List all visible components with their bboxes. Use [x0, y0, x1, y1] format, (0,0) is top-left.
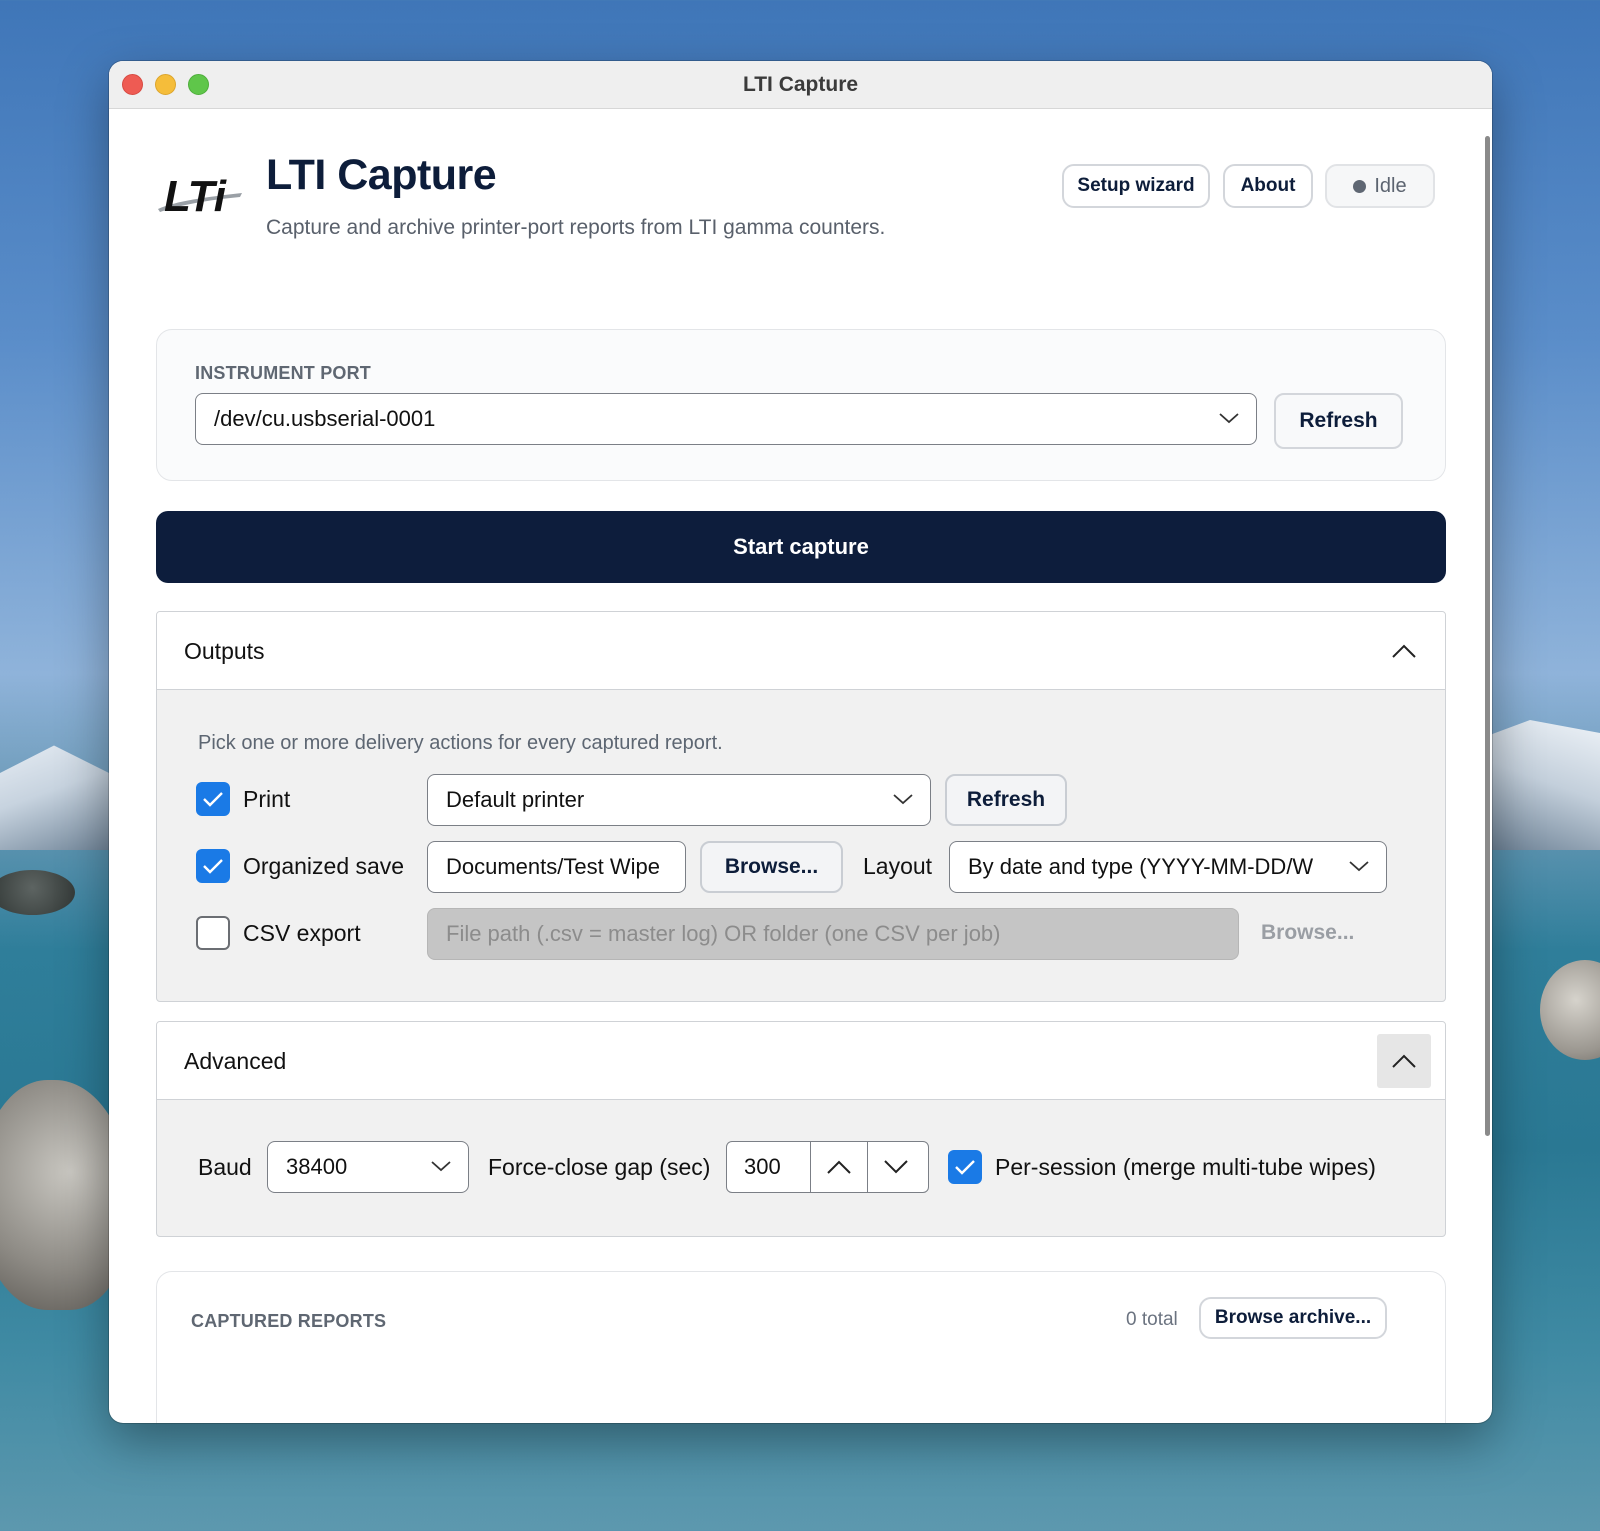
- app-window: LTI Capture LTi LTI Capture Capture and …: [109, 61, 1492, 1423]
- background-rock-right: [1540, 960, 1600, 1060]
- force-close-value[interactable]: 300: [727, 1142, 811, 1192]
- instrument-port-card: INSTRUMENT PORT /dev/cu.usbserial-0001 R…: [156, 329, 1446, 481]
- outputs-hint: Pick one or more delivery actions for ev…: [198, 732, 723, 754]
- per-session-label: Per-session (merge multi-tube wipes): [995, 1154, 1376, 1180]
- decrement-button[interactable]: [867, 1142, 923, 1192]
- setup-wizard-button[interactable]: Setup wizard: [1062, 164, 1210, 208]
- outputs-collapse-toggle[interactable]: [1377, 624, 1431, 678]
- main-content: LTi LTI Capture Capture and archive prin…: [109, 109, 1492, 1423]
- save-folder-browse-button[interactable]: Browse...: [700, 841, 843, 893]
- chevron-down-icon: [1219, 413, 1239, 424]
- status-badge: Idle: [1325, 164, 1435, 208]
- background-mountain-left: [0, 745, 120, 850]
- instrument-port-select[interactable]: /dev/cu.usbserial-0001: [195, 393, 1257, 445]
- per-session-checkbox[interactable]: [948, 1150, 982, 1184]
- lti-logo: LTi: [158, 172, 242, 219]
- chevron-up-icon: [827, 1160, 851, 1174]
- layout-value: By date and type (YYYY-MM-DD/W: [968, 854, 1314, 879]
- captured-reports-card: CAPTURED REPORTS 0 total Browse archive.…: [156, 1271, 1446, 1423]
- traffic-lights: [122, 74, 209, 95]
- advanced-panel: Advanced Baud 38400 Force-close gap (sec…: [156, 1021, 1446, 1237]
- force-close-label: Force-close gap (sec): [488, 1154, 711, 1180]
- outputs-panel: Outputs Pick one or more delivery action…: [156, 611, 1446, 1002]
- app-header: LTi LTI Capture Capture and archive prin…: [156, 149, 1446, 249]
- reports-count: 0 total: [1126, 1309, 1178, 1330]
- organized-save-label: Organized save: [243, 853, 405, 879]
- about-button[interactable]: About: [1223, 164, 1313, 208]
- chevron-down-icon: [893, 794, 913, 805]
- baud-value: 38400: [286, 1154, 348, 1179]
- chevron-up-icon: [1392, 644, 1416, 658]
- status-dot-icon: [1353, 179, 1367, 193]
- csv-path-field[interactable]: File path (.csv = master log) OR folder …: [427, 908, 1239, 960]
- checkmark-icon: [203, 792, 223, 807]
- advanced-collapse-toggle[interactable]: [1377, 1034, 1431, 1088]
- app-subtitle: Capture and archive printer-port reports…: [266, 216, 886, 239]
- baud-label: Baud: [198, 1154, 252, 1180]
- outputs-panel-header[interactable]: Outputs: [157, 612, 1445, 690]
- advanced-title: Advanced: [184, 1048, 287, 1074]
- printer-select[interactable]: Default printer: [427, 774, 931, 826]
- layout-select[interactable]: By date and type (YYYY-MM-DD/W: [949, 841, 1387, 893]
- window-title: LTI Capture: [742, 72, 859, 96]
- print-checkbox[interactable]: [196, 782, 230, 816]
- printer-refresh-button[interactable]: Refresh: [945, 774, 1067, 826]
- status-label: Idle: [1374, 174, 1407, 197]
- instrument-port-label: INSTRUMENT PORT: [195, 363, 371, 383]
- organized-save-checkbox[interactable]: [196, 849, 230, 883]
- close-window-button[interactable]: [122, 74, 143, 95]
- printer-value: Default printer: [446, 787, 585, 812]
- chevron-up-icon: [1392, 1054, 1416, 1068]
- app-title: LTI Capture: [266, 151, 497, 199]
- outputs-title: Outputs: [184, 638, 265, 664]
- force-close-stepper[interactable]: 300: [726, 1141, 929, 1193]
- start-capture-button[interactable]: Start capture: [156, 511, 1446, 583]
- chevron-down-icon: [1349, 861, 1369, 872]
- chevron-down-icon: [431, 1161, 451, 1172]
- save-folder-field[interactable]: Documents/Test Wipe: [427, 841, 686, 893]
- advanced-panel-header[interactable]: Advanced: [157, 1022, 1445, 1100]
- logo-text: LTi: [164, 172, 227, 219]
- csv-browse-button[interactable]: Browse...: [1261, 921, 1354, 945]
- checkmark-icon: [955, 1160, 975, 1175]
- baud-select[interactable]: 38400: [267, 1141, 469, 1193]
- background-rock-small: [0, 870, 75, 915]
- captured-reports-label: CAPTURED REPORTS: [191, 1311, 387, 1331]
- checkmark-icon: [203, 859, 223, 874]
- increment-button[interactable]: [811, 1142, 867, 1192]
- csv-export-checkbox[interactable]: [196, 916, 230, 950]
- minimize-window-button[interactable]: [155, 74, 176, 95]
- window-titlebar[interactable]: LTI Capture: [109, 61, 1492, 109]
- browse-archive-button[interactable]: Browse archive...: [1199, 1297, 1387, 1339]
- instrument-port-value: /dev/cu.usbserial-0001: [214, 406, 436, 431]
- port-refresh-button[interactable]: Refresh: [1274, 393, 1403, 449]
- chevron-down-icon: [883, 1160, 908, 1174]
- zoom-window-button[interactable]: [188, 74, 209, 95]
- print-label: Print: [243, 786, 291, 812]
- csv-export-label: CSV export: [243, 920, 361, 946]
- layout-label: Layout: [863, 853, 933, 879]
